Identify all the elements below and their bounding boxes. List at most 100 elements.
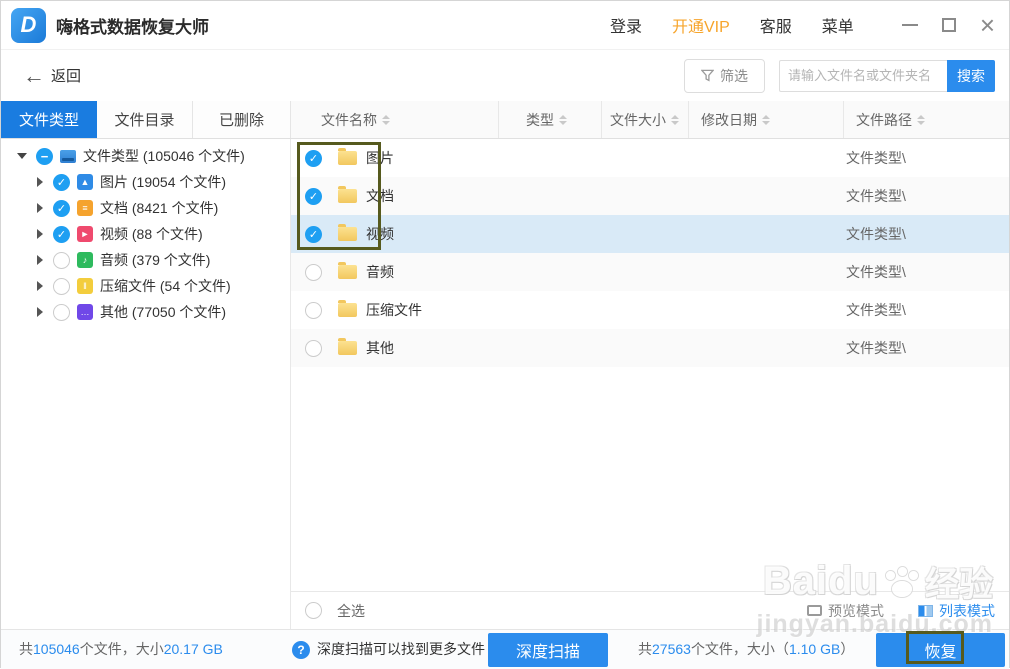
other-type-icon: … (77, 304, 93, 320)
expand-arrow-icon[interactable] (37, 307, 43, 317)
checked-checkbox-icon[interactable]: ✓ (53, 226, 70, 243)
tree-label: 音频 (379 个文件) (100, 250, 210, 270)
filter-button[interactable]: 筛选 (684, 59, 765, 93)
tree-label: 其他 (77050 个文件) (100, 302, 226, 322)
select-all-label: 全选 (337, 601, 365, 621)
sort-icon[interactable] (559, 115, 567, 125)
file-list: ✓ 图片 文件类型\ ✓ 文档 文件类型\ ✓ 视频 文件类型\ (291, 139, 1009, 591)
total-files-summary: 共105046个文件，大小20.17 GB (19, 630, 223, 669)
app-window: D 嗨格式数据恢复大师 登录 开通VIP 客服 菜单 × ← 返回 筛选 (0, 0, 1010, 668)
unchecked-checkbox-icon[interactable] (53, 278, 70, 295)
file-path: 文件类型\ (846, 224, 906, 244)
expand-arrow-icon[interactable] (37, 281, 43, 291)
expand-arrow-icon[interactable] (37, 255, 43, 265)
list-mode-button[interactable]: 列表模式 (918, 601, 995, 621)
checked-checkbox-icon[interactable]: ✓ (53, 174, 70, 191)
table-row-videos[interactable]: ✓ 视频 文件类型\ (291, 215, 1009, 253)
back-label: 返回 (51, 65, 81, 86)
unchecked-checkbox-icon[interactable] (305, 264, 322, 281)
expand-arrow-icon[interactable] (37, 229, 43, 239)
deep-scan-button[interactable]: 深度扫描 (488, 633, 608, 667)
total-size: 20.17 GB (164, 641, 223, 657)
list-footer: 全选 预览模式 列表模式 (291, 591, 1009, 629)
app-logo-icon: D (11, 8, 46, 43)
file-path: 文件类型\ (846, 338, 906, 358)
unchecked-checkbox-icon[interactable] (305, 302, 322, 319)
unchecked-checkbox-icon[interactable] (305, 602, 322, 619)
expand-arrow-icon[interactable] (37, 203, 43, 213)
expand-arrow-icon[interactable] (37, 177, 43, 187)
title-bar: D 嗨格式数据恢复大师 登录 开通VIP 客服 菜单 × (1, 1, 1009, 49)
drive-icon (60, 150, 76, 163)
table-header-row: 文件名称 类型 文件大小 修改日期 文件路径 (291, 101, 1009, 138)
close-icon[interactable]: × (980, 18, 995, 32)
app-title: 嗨格式数据恢复大师 (56, 13, 209, 38)
maximize-icon[interactable] (942, 18, 956, 32)
selected-size: 1.10 GB (789, 641, 840, 657)
tab-file-directory[interactable]: 文件目录 (97, 101, 193, 138)
table-row-audio[interactable]: 音频 文件类型\ (291, 253, 1009, 291)
header-modified-date[interactable]: 修改日期 (688, 101, 843, 138)
tree-item-documents[interactable]: ✓ ≡ 文档 (8421 个文件) (1, 195, 290, 221)
checked-checkbox-icon[interactable]: ✓ (305, 188, 322, 205)
header-file-name[interactable]: 文件名称 (291, 101, 498, 138)
tab-deleted[interactable]: 已删除 (193, 101, 291, 138)
checked-checkbox-icon[interactable]: ✓ (305, 226, 322, 243)
tree-item-videos[interactable]: ✓ ► 视频 (88 个文件) (1, 221, 290, 247)
minimize-icon[interactable] (902, 24, 918, 26)
recover-button[interactable]: 恢复 (876, 633, 1005, 667)
vip-link[interactable]: 开通VIP (672, 13, 730, 37)
unchecked-checkbox-icon[interactable] (305, 340, 322, 357)
sort-icon[interactable] (382, 115, 390, 125)
search-input[interactable] (779, 60, 947, 92)
deep-scan-hint: 深度扫描可以找到更多文件 (317, 630, 485, 669)
checked-checkbox-icon[interactable]: ✓ (53, 200, 70, 217)
login-link[interactable]: 登录 (610, 13, 642, 37)
sort-icon[interactable] (762, 115, 770, 125)
sort-icon[interactable] (917, 115, 925, 125)
tree-label: 文件类型 (105046 个文件) (83, 146, 245, 166)
image-type-icon: ▲ (77, 174, 93, 190)
header-type[interactable]: 类型 (498, 101, 601, 138)
unchecked-checkbox-icon[interactable] (53, 304, 70, 321)
partial-checkbox-icon[interactable]: − (36, 148, 53, 165)
collapse-arrow-icon[interactable] (17, 153, 27, 159)
preview-mode-icon (807, 605, 822, 616)
tree-label: 压缩文件 (54 个文件) (100, 276, 231, 296)
table-row-documents[interactable]: ✓ 文档 文件类型\ (291, 177, 1009, 215)
search-button[interactable]: 搜索 (947, 60, 995, 92)
audio-type-icon: ♪ (77, 252, 93, 268)
tree-label: 视频 (88 个文件) (100, 224, 203, 244)
search-box: 搜索 (779, 60, 995, 92)
tree-item-images[interactable]: ✓ ▲ 图片 (19054 个文件) (1, 169, 290, 195)
tree-item-others[interactable]: … 其他 (77050 个文件) (1, 299, 290, 325)
folder-icon (338, 303, 357, 317)
preview-mode-button[interactable]: 预览模式 (807, 601, 884, 621)
tree-item-file-types-root[interactable]: − 文件类型 (105046 个文件) (1, 143, 290, 169)
checked-checkbox-icon[interactable]: ✓ (305, 150, 322, 167)
menu-link[interactable]: 菜单 (822, 13, 854, 37)
toolbar: ← 返回 筛选 搜索 (1, 49, 1009, 101)
folder-icon (338, 151, 357, 165)
unchecked-checkbox-icon[interactable] (53, 252, 70, 269)
tab-file-type[interactable]: 文件类型 (1, 101, 97, 138)
tree-item-archives[interactable]: ‖ 压缩文件 (54 个文件) (1, 273, 290, 299)
sort-icon[interactable] (671, 115, 679, 125)
file-type-tree: − 文件类型 (105046 个文件) ✓ ▲ 图片 (19054 个文件) ✓… (1, 139, 291, 629)
header-file-size[interactable]: 文件大小 (601, 101, 688, 138)
table-row-others[interactable]: 其他 文件类型\ (291, 329, 1009, 367)
table-row-images[interactable]: ✓ 图片 文件类型\ (291, 139, 1009, 177)
support-link[interactable]: 客服 (760, 13, 792, 37)
question-icon[interactable]: ? (292, 641, 310, 659)
tree-item-audio[interactable]: ♪ 音频 (379 个文件) (1, 247, 290, 273)
file-path: 文件类型\ (846, 300, 906, 320)
select-all-control[interactable]: 全选 (305, 601, 365, 621)
back-button[interactable]: ← 返回 (23, 65, 81, 87)
folder-icon (338, 189, 357, 203)
table-row-archives[interactable]: 压缩文件 文件类型\ (291, 291, 1009, 329)
total-count: 105046 (33, 641, 80, 657)
tree-label: 图片 (19054 个文件) (100, 172, 226, 192)
tree-label: 文档 (8421 个文件) (100, 198, 218, 218)
list-mode-icon (918, 605, 933, 617)
header-file-path[interactable]: 文件路径 (843, 101, 1009, 138)
